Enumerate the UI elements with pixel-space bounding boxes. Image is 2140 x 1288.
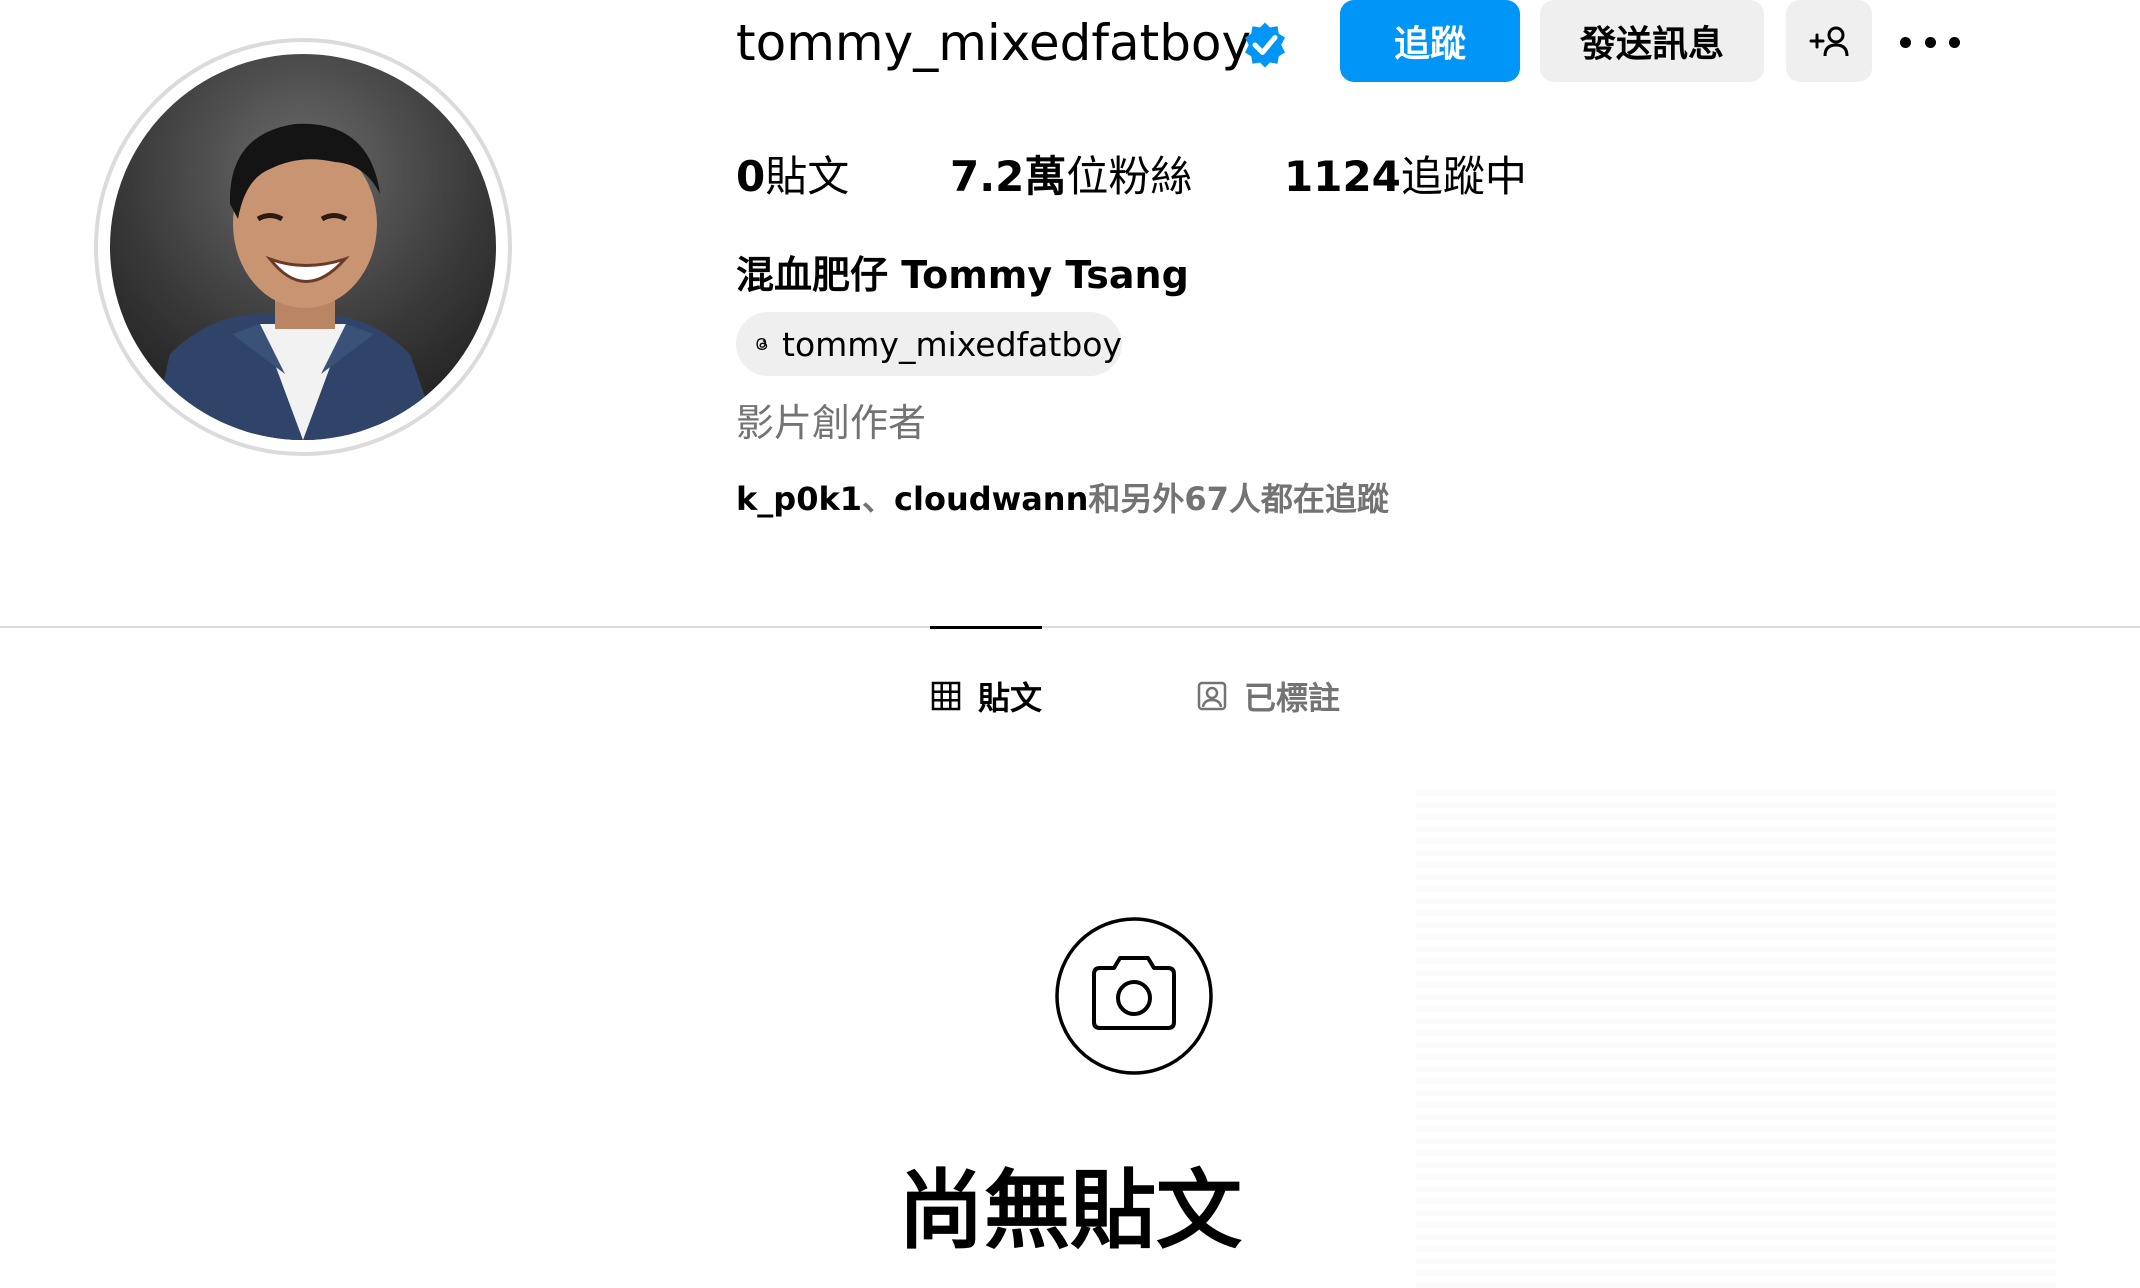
- posts-count: 0貼文: [736, 152, 850, 201]
- followed-by[interactable]: k_p0k1、cloudwann和另外67人都在追蹤: [736, 474, 1389, 520]
- tab-tagged-label: 已標註: [1244, 679, 1341, 717]
- followed-by-separator: 、: [862, 480, 895, 518]
- tab-posts-label: 貼文: [978, 679, 1043, 717]
- profile-category: 影片創作者: [736, 401, 927, 445]
- tab-posts[interactable]: 貼文: [930, 674, 1042, 718]
- camera-icon: [1054, 916, 1214, 1076]
- threads-handle: tommy_mixedfatboy: [782, 324, 1122, 364]
- tabs-divider: [0, 626, 2140, 628]
- threads-badge[interactable]: tommy_mixedfatboy: [736, 312, 1122, 376]
- threads-icon: [756, 337, 768, 351]
- tagged-icon: [1197, 681, 1227, 711]
- avatar[interactable]: [110, 54, 496, 440]
- more-options-icon[interactable]: [1900, 22, 1960, 62]
- suggested-accounts-button[interactable]: [1786, 0, 1872, 82]
- followed-by-suffix: 和另外67人都在追蹤: [1088, 480, 1389, 518]
- tab-tagged[interactable]: 已標註: [1196, 674, 1340, 718]
- empty-state-title: 尚無貼文: [898, 1161, 1242, 1261]
- send-message-button[interactable]: 發送訊息: [1540, 0, 1764, 82]
- active-tab-indicator: [930, 626, 1042, 629]
- follow-button[interactable]: 追蹤: [1340, 0, 1520, 82]
- followed-by-account[interactable]: cloudwann: [894, 480, 1088, 518]
- verified-badge-icon: [1240, 20, 1290, 70]
- followers-count[interactable]: 7.2萬位粉絲: [950, 150, 1192, 204]
- add-person-icon: [1809, 26, 1849, 57]
- followed-by-account[interactable]: k_p0k1: [736, 480, 862, 518]
- display-name: 混血肥仔 Tommy Tsang: [736, 253, 1189, 297]
- grid-icon: [931, 681, 961, 711]
- profile-username: tommy_mixedfatboy: [736, 14, 1252, 72]
- following-count[interactable]: 1124追蹤中: [1284, 150, 1527, 204]
